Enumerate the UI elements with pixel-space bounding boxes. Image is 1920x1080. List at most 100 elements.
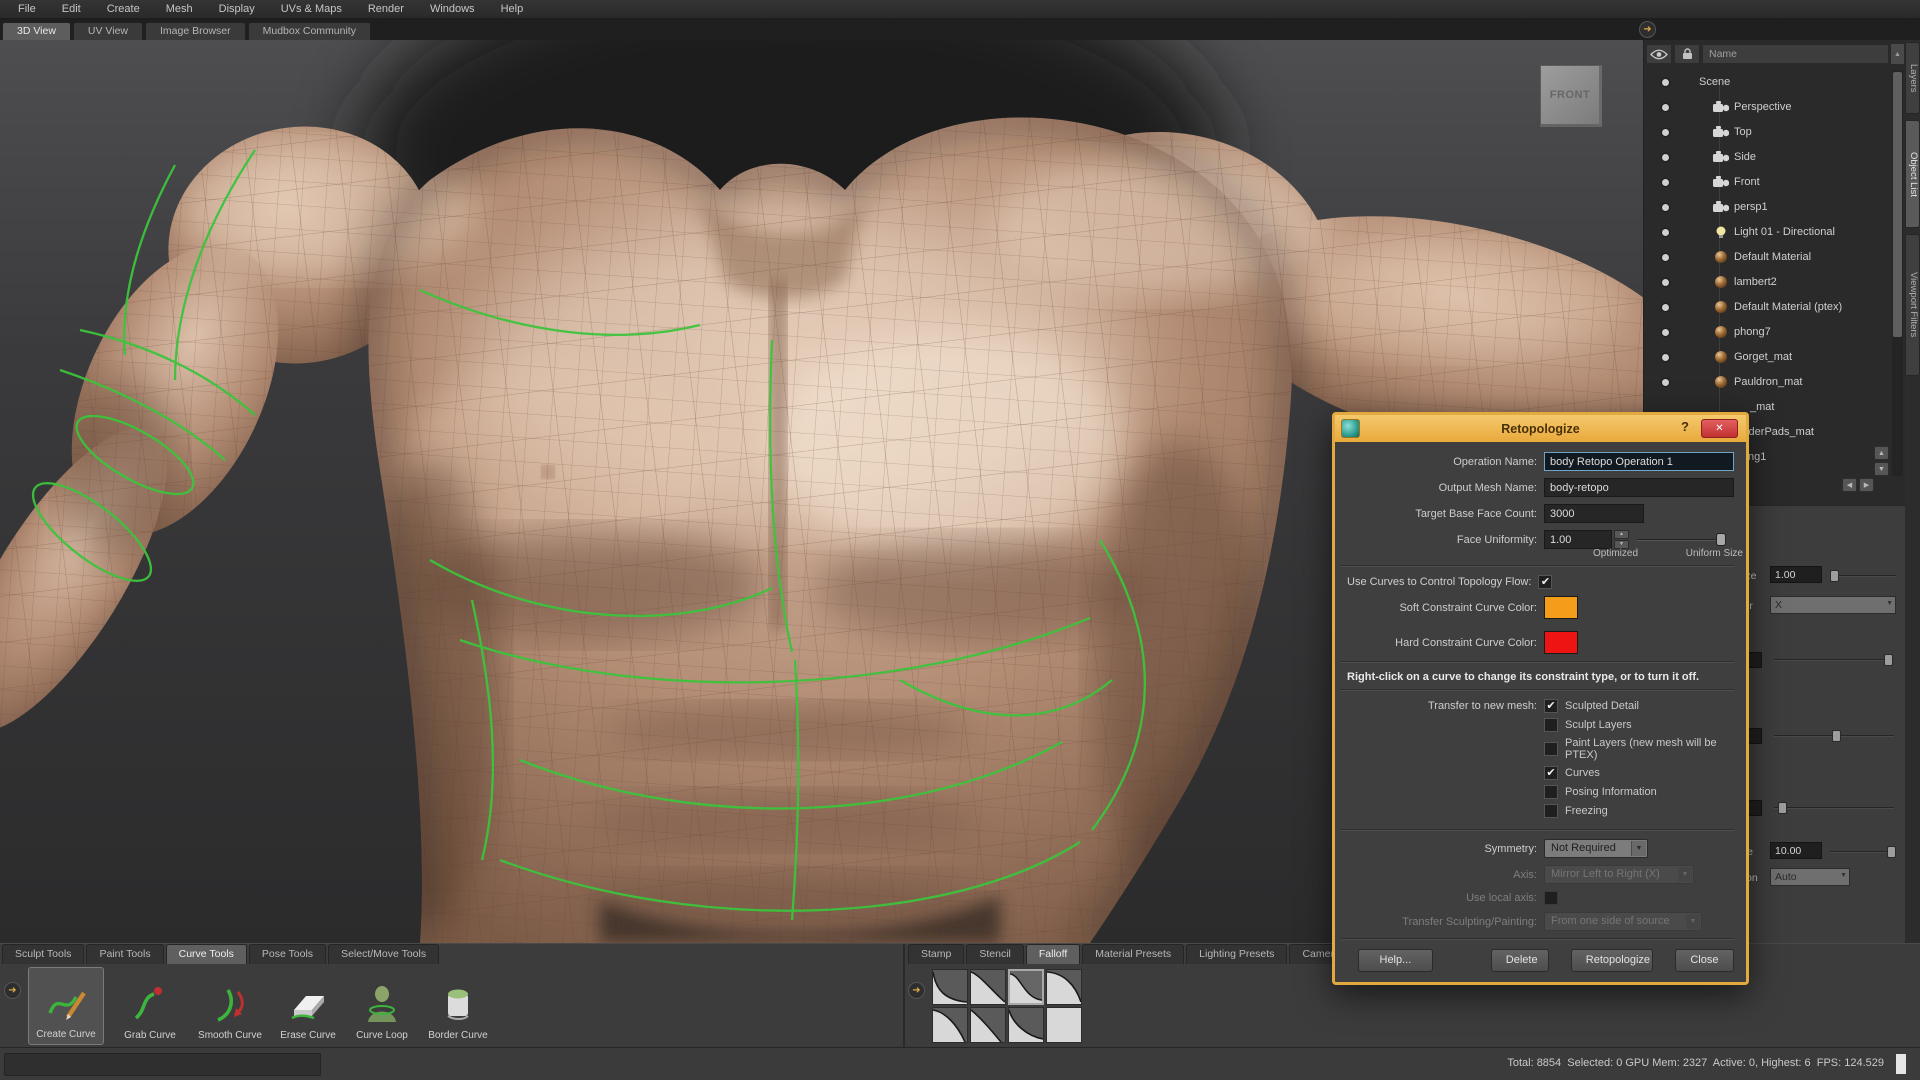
header-scroll-button[interactable]: ▲ [1891, 44, 1904, 64]
mirror-dropdown[interactable]: X ▼ [1770, 596, 1896, 614]
tree-item-phong7[interactable]: phong7 [1644, 320, 1892, 344]
dialog-close-button[interactable]: ✕ [1701, 419, 1738, 438]
output-mesh-name-input[interactable] [1544, 478, 1734, 497]
status-command-input[interactable] [4, 1053, 321, 1076]
retopologize-button[interactable]: Retopologize [1570, 949, 1653, 972]
tab-paint-tools[interactable]: Paint Tools [86, 944, 164, 964]
tree-item-scene[interactable]: Scene [1644, 70, 1892, 94]
menu-display[interactable]: Display [207, 1, 267, 17]
checkbox[interactable] [1544, 742, 1558, 756]
lock-icon[interactable] [1674, 44, 1700, 64]
visibility-dot[interactable] [1662, 253, 1669, 261]
dialog-titlebar[interactable]: Retopologize ? ✕ [1335, 415, 1746, 442]
tab-3d-view[interactable]: 3D View [2, 22, 71, 40]
transfer-option-sculpted-detail[interactable]: ✔ Sculpted Detail [1544, 699, 1734, 713]
falloff-preset-1[interactable] [932, 969, 968, 1005]
tab-material-presets[interactable]: Material Presets [1082, 944, 1185, 964]
visibility-dot[interactable] [1662, 178, 1669, 186]
tab-uv-view[interactable]: UV View [72, 22, 143, 40]
falloff-preset-3-selected[interactable] [1008, 969, 1044, 1005]
panel-expand-icon[interactable]: ➜ [1639, 21, 1656, 38]
checkbox[interactable] [1544, 718, 1558, 732]
face-uniformity-input[interactable] [1544, 530, 1612, 549]
tree-scroll-left-button[interactable]: ◀ [1842, 478, 1857, 492]
tab-stamp[interactable]: Stamp [908, 944, 965, 964]
visibility-dot[interactable] [1662, 303, 1669, 311]
visibility-eye-icon[interactable] [1646, 44, 1672, 64]
transfer-option-freezing[interactable]: Freezing [1544, 804, 1734, 818]
transfer-option-curves[interactable]: ✔ Curves [1544, 766, 1734, 780]
operation-name-input[interactable] [1544, 452, 1734, 471]
falloff-preset-4[interactable] [1046, 969, 1082, 1005]
tab-sculpt-tools[interactable]: Sculpt Tools [2, 944, 85, 964]
face-uniformity-spinner[interactable]: ▲ ▼ [1614, 530, 1629, 549]
distance-value[interactable]: 10.00 [1770, 842, 1822, 859]
falloff-preset-5[interactable] [932, 1007, 968, 1043]
visibility-dot[interactable] [1662, 228, 1669, 236]
visibility-dot[interactable] [1662, 278, 1669, 286]
slider-knob[interactable] [1830, 570, 1839, 582]
tab-select-move-tools[interactable]: Select/Move Tools [328, 944, 440, 964]
visibility-dot[interactable] [1662, 78, 1669, 86]
tool-tray-expand-icon[interactable]: ➜ [4, 982, 21, 999]
menu-help[interactable]: Help [489, 1, 536, 17]
low-slider[interactable] [1774, 802, 1894, 814]
slider-knob[interactable] [1716, 532, 1726, 546]
visibility-dot[interactable] [1662, 203, 1669, 211]
visibility-dot[interactable] [1662, 128, 1669, 136]
slider-knob[interactable] [1778, 802, 1787, 814]
tool-erase-curve[interactable]: Erase Curve [270, 967, 346, 1045]
tree-item-gorget-mat[interactable]: Gorget_mat [1644, 345, 1892, 369]
slider-knob[interactable] [1832, 730, 1841, 742]
checkbox[interactable]: ✔ [1544, 766, 1558, 780]
slider-knob[interactable] [1884, 654, 1893, 666]
mid-slider[interactable] [1774, 730, 1894, 742]
tree-item-top[interactable]: Top [1644, 120, 1892, 144]
tree-vertical-scrollbar[interactable] [1892, 70, 1903, 476]
tab-curve-tools[interactable]: Curve Tools [165, 944, 247, 964]
tree-item-light01[interactable]: Light 01 - Directional [1644, 220, 1892, 244]
checkbox[interactable] [1544, 804, 1558, 818]
menu-file[interactable]: File [6, 1, 48, 17]
falloff-preset-8[interactable] [1046, 1007, 1082, 1043]
tab-viewport-filters[interactable]: Viewport Filters [1905, 234, 1920, 376]
falloff-preset-2[interactable] [970, 969, 1006, 1005]
falloff-preset-7[interactable] [1008, 1007, 1044, 1043]
transfer-option-sculpt-layers[interactable]: Sculpt Layers [1544, 718, 1734, 732]
tab-image-browser[interactable]: Image Browser [145, 22, 246, 40]
checkbox[interactable]: ✔ [1544, 699, 1558, 713]
tree-scroll-up-button[interactable]: ▲ [1874, 446, 1889, 460]
visibility-dot[interactable] [1662, 153, 1669, 161]
tool-border-curve[interactable]: Border Curve [420, 967, 496, 1045]
tree-item-perspective[interactable]: Perspective [1644, 95, 1892, 119]
preset-tray-expand-icon[interactable]: ➜ [908, 982, 925, 999]
face-uniformity-slider[interactable] [1637, 532, 1726, 546]
menu-create[interactable]: Create [95, 1, 152, 17]
distance-slider[interactable] [1830, 846, 1896, 858]
help-button[interactable]: Help... [1358, 949, 1433, 972]
tool-curve-loop[interactable]: Curve Loop [344, 967, 420, 1045]
tree-item-pauldron-mat[interactable]: Pauldron_mat [1644, 370, 1892, 394]
tree-item-default-material-ptex[interactable]: Default Material (ptex) [1644, 295, 1892, 319]
use-curves-checkbox[interactable]: ✔ [1538, 575, 1553, 589]
visibility-dot[interactable] [1662, 103, 1669, 111]
soft-constraint-color-swatch[interactable] [1544, 596, 1578, 619]
tab-pose-tools[interactable]: Pose Tools [248, 944, 327, 964]
falloff-preset-6[interactable] [970, 1007, 1006, 1043]
hard-constraint-color-swatch[interactable] [1544, 631, 1578, 654]
tab-layers[interactable]: Layers [1905, 42, 1920, 114]
transfer-option-paint-layers[interactable]: Paint Layers (new mesh will be PTEX) [1544, 737, 1734, 761]
visibility-dot[interactable] [1662, 378, 1669, 386]
view-cube[interactable]: FRONT [1540, 65, 1602, 127]
scrollbar-thumb[interactable] [1893, 72, 1902, 337]
tool-create-curve[interactable]: Create Curve [28, 967, 104, 1045]
symmetry-dropdown[interactable]: Not Required ▼ [1544, 839, 1648, 858]
tree-item-persp1[interactable]: persp1 [1644, 195, 1892, 219]
menu-windows[interactable]: Windows [418, 1, 487, 17]
tool-smooth-curve[interactable]: Smooth Curve [192, 967, 268, 1045]
transfer-option-posing-information[interactable]: Posing Information [1544, 785, 1734, 799]
close-button[interactable]: Close [1674, 949, 1734, 972]
tab-stencil[interactable]: Stencil [966, 944, 1024, 964]
size-slider[interactable] [1830, 570, 1896, 582]
tree-item-lambert2[interactable]: lambert2 [1644, 270, 1892, 294]
